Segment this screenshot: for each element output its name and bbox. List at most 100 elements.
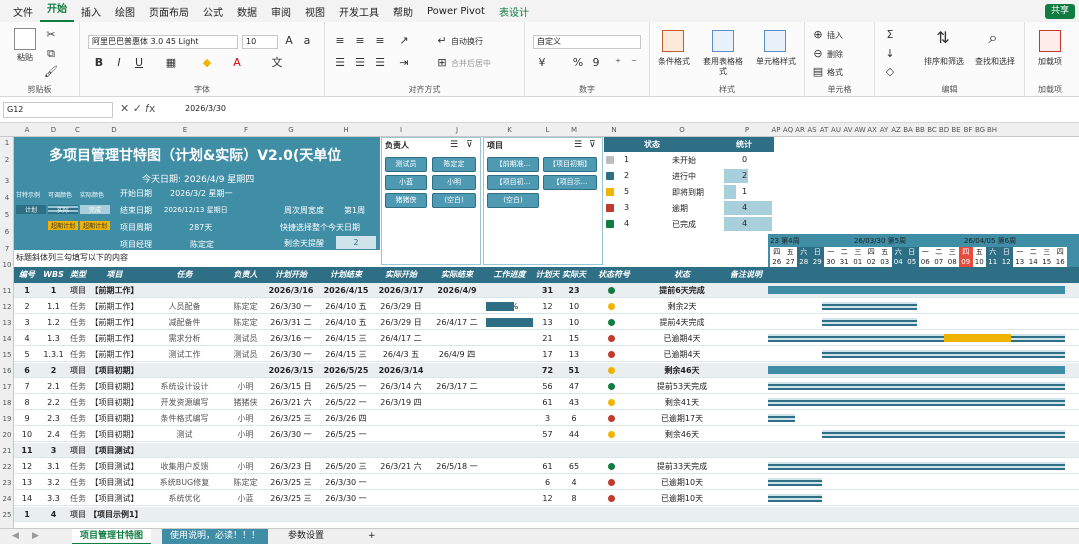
table-cell[interactable]: 26/3/25 三	[262, 491, 320, 506]
row-header-23[interactable]: 23	[0, 479, 14, 487]
table-cell[interactable]: 2	[40, 363, 67, 378]
table-cell[interactable]: 陈定定	[229, 315, 262, 330]
table-cell[interactable]: 1	[40, 283, 67, 298]
table-cell[interactable]: 6	[560, 411, 588, 426]
format-as-table-icon[interactable]	[712, 30, 734, 52]
table-cell[interactable]: 2026/4/9	[430, 283, 484, 298]
col-header-I[interactable]: I	[372, 123, 430, 137]
table-cell[interactable]: 1.3.1	[40, 347, 67, 362]
col-header-BH[interactable]: BH	[986, 123, 998, 137]
row-header-12[interactable]: 12	[0, 303, 14, 311]
shrink-font-icon[interactable]: a	[300, 35, 314, 47]
table-cell[interactable]: 12	[535, 491, 560, 506]
row-header-14[interactable]: 14	[0, 335, 14, 343]
table-cell[interactable]: 2.2	[40, 395, 67, 410]
col-header-BC[interactable]: BC	[926, 123, 938, 137]
row-header-6[interactable]: 6	[0, 228, 14, 236]
table-cell[interactable]: 26/3/29 日	[372, 315, 430, 330]
table-cell[interactable]: 26/3/16 一	[262, 331, 320, 346]
table-cell[interactable]: 3.2	[40, 475, 67, 490]
table-cell[interactable]: 已逾期4天	[640, 347, 724, 362]
table-cell[interactable]: 小蓝	[229, 491, 262, 506]
table-cell[interactable]: 26/4/15 三	[320, 331, 372, 346]
col-header-BA[interactable]: BA	[902, 123, 914, 137]
table-cell[interactable]: 26/3/30 一	[320, 491, 372, 506]
table-row[interactable]: 7 2.1 任务 【项目初期】 系统设计设计 小明 26/3/15 日 26/5/25 一 26…	[14, 379, 1079, 394]
row-header-24[interactable]: 24	[0, 495, 14, 503]
table-cell[interactable]: 26/4/17 二	[430, 315, 484, 330]
menu-file[interactable]: 文件	[6, 4, 40, 19]
table-cell[interactable]: 2.3	[40, 411, 67, 426]
table-cell[interactable]: 需求分析	[140, 331, 229, 346]
table-row[interactable]: 1 1 项目 【前期工作】 2026/3/16 2026/4/15 2026/3/17 202…	[14, 283, 1079, 298]
table-header-cell[interactable]: 实际天数	[560, 267, 588, 295]
col-header-AQ[interactable]: AQ	[782, 123, 794, 137]
table-cell[interactable]: 4	[40, 507, 67, 522]
table-row[interactable]: 11 3 项目 【项目测试】	[14, 443, 1079, 458]
table-header-cell[interactable]: 计划天数	[535, 267, 560, 295]
currency-icon[interactable]: ¥	[535, 57, 549, 69]
table-row[interactable]: 8 2.2 任务 【项目初期】 开发资源编写 猪猪侠 26/3/21 六 26/5/22 一2…	[14, 395, 1079, 410]
addins-label[interactable]: 加载项	[1031, 57, 1069, 67]
table-cell[interactable]: 小明	[229, 427, 262, 442]
table-cell[interactable]: 65	[560, 459, 588, 474]
project-chip-1[interactable]: 【前期准...	[487, 157, 539, 172]
table-cell[interactable]: 小明	[229, 459, 262, 474]
row-header-16[interactable]: 16	[0, 367, 14, 375]
table-cell[interactable]: 8	[560, 491, 588, 506]
table-cell[interactable]: 已逾期17天	[640, 411, 724, 426]
table-cell[interactable]: 2026/3/14	[372, 363, 430, 378]
font-color-icon[interactable]: A	[230, 57, 244, 69]
table-cell[interactable]: 任务	[67, 379, 89, 394]
table-cell[interactable]: 15	[560, 331, 588, 346]
table-cell[interactable]: 12	[14, 459, 40, 474]
table-cell[interactable]: 31	[535, 283, 560, 298]
conditional-format-icon[interactable]	[662, 30, 684, 52]
table-cell[interactable]: 减配备件	[140, 315, 229, 330]
paste-label[interactable]: 粘贴	[14, 53, 36, 63]
col-header-BD[interactable]: BD	[938, 123, 950, 137]
menu-developer[interactable]: 开发工具	[332, 4, 386, 19]
copy-icon[interactable]: ⧉	[44, 48, 58, 60]
format-cells-label[interactable]: 格式	[827, 68, 843, 78]
table-cell[interactable]: 小明	[229, 411, 262, 426]
table-header-cell[interactable]: 实际结束	[430, 267, 484, 283]
table-cell[interactable]: 1	[14, 507, 40, 522]
percent-icon[interactable]: %	[571, 57, 585, 69]
table-cell[interactable]: 9	[14, 411, 40, 426]
table-cell[interactable]: 1.3	[40, 331, 67, 346]
table-cell[interactable]: 【项目初期】	[89, 427, 140, 442]
grow-font-icon[interactable]: A	[282, 35, 296, 47]
table-cell[interactable]: 21	[535, 331, 560, 346]
phonetic-icon[interactable]: 文	[270, 57, 284, 69]
table-cell[interactable]: 26/4/10 五	[320, 299, 372, 314]
table-cell[interactable]: 26/3/26 四	[320, 411, 372, 426]
col-header-E[interactable]: E	[140, 123, 230, 137]
table-cell[interactable]: 1	[14, 283, 40, 298]
menu-table-design[interactable]: 表设计	[492, 4, 536, 19]
table-cell[interactable]: 5	[14, 347, 40, 362]
table-cell[interactable]: 【项目示例1】	[89, 507, 140, 522]
table-header-cell[interactable]: 类型	[67, 267, 89, 283]
table-cell[interactable]: 系统设计设计	[140, 379, 229, 394]
table-cell[interactable]: 11	[14, 443, 40, 458]
orientation-icon[interactable]: ↗	[397, 35, 411, 47]
project-clear-filter-icon[interactable]: ⊽	[589, 140, 596, 150]
fill-color-icon[interactable]: ◆	[200, 57, 214, 69]
col-header-BG[interactable]: BG	[974, 123, 986, 137]
project-chip-blank[interactable]: (空白)	[487, 193, 539, 208]
table-cell[interactable]: 剩余46天	[640, 427, 724, 442]
table-cell[interactable]: 【前期工作】	[89, 315, 140, 330]
table-cell[interactable]: 1.1	[40, 299, 67, 314]
table-cell[interactable]: 26/3/23 日	[262, 459, 320, 474]
conditional-format-label[interactable]: 条件格式	[656, 57, 692, 67]
col-header-P[interactable]: P	[724, 123, 770, 137]
table-cell[interactable]: 小明	[229, 379, 262, 394]
delete-cells-icon[interactable]: ⊖	[811, 48, 825, 60]
col-header-BF[interactable]: BF	[962, 123, 974, 137]
table-cell[interactable]: 人员配备	[140, 299, 229, 314]
col-header-AY[interactable]: AY	[878, 123, 890, 137]
table-cell[interactable]: 26/4/3 五	[372, 347, 430, 362]
tab-instructions[interactable]: 使用说明，必读！！！	[162, 529, 269, 544]
table-header-cell[interactable]: 任务	[140, 267, 229, 283]
